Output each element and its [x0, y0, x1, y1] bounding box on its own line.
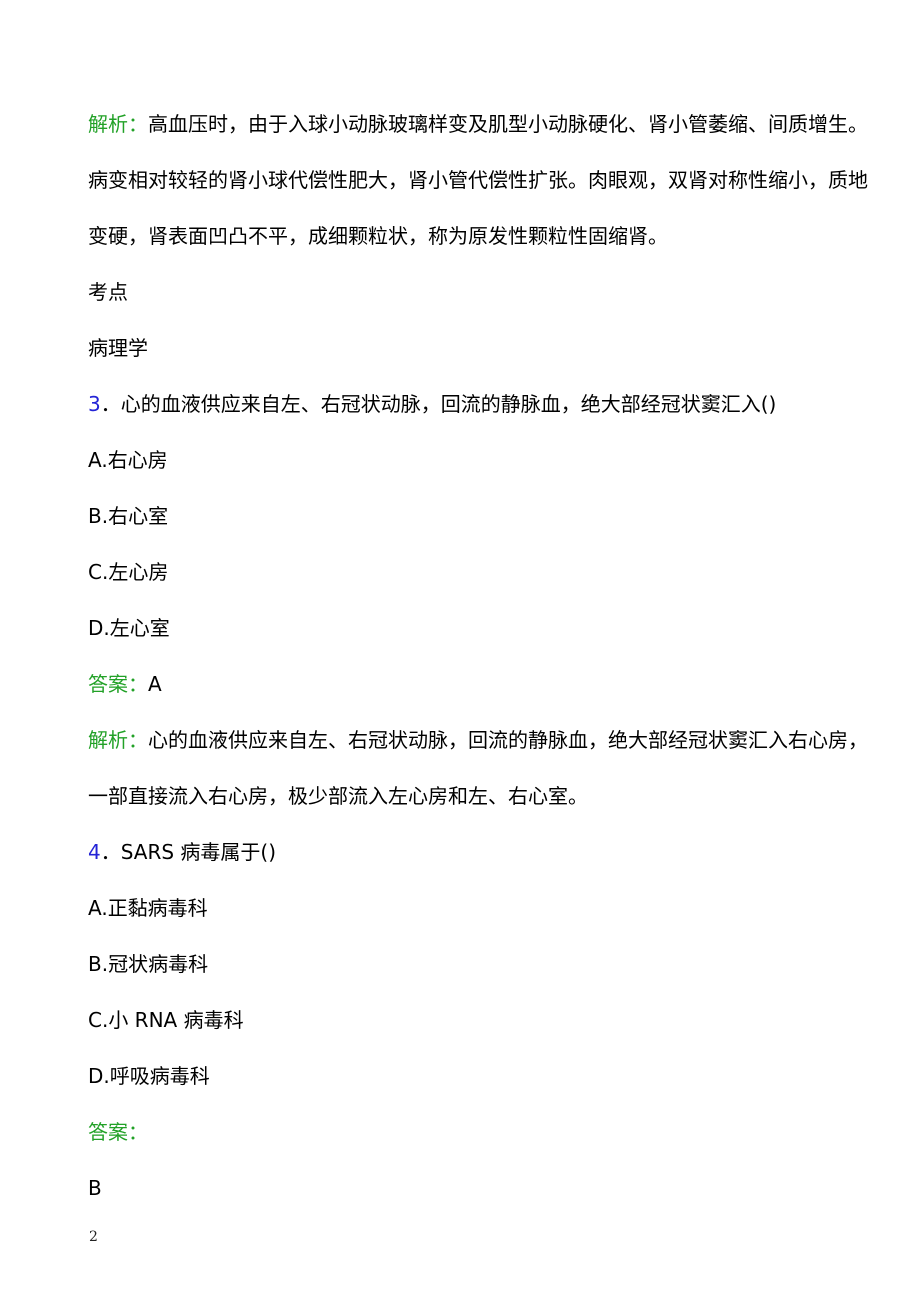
question-3: 3．心的血液供应来自左、右冠状动脉，回流的静脉血，绝大部经冠状窦汇入() A.右… [88, 376, 868, 824]
page-content: 解析：高血压时，由于入球小动脉玻璃样变及肌型小动脉硬化、肾小管萎缩、间质增生。 … [88, 96, 868, 1216]
explanation-line-1: 解析：高血压时，由于入球小动脉玻璃样变及肌型小动脉硬化、肾小管萎缩、间质增生。 [88, 96, 868, 152]
page-number: 2 [89, 1229, 98, 1245]
question-4-stem: SARS 病毒属于() [120, 840, 277, 864]
explanation-label: 解析： [88, 112, 148, 136]
kaodian-heading: 考点 [88, 280, 128, 304]
question-3-number: 3 [88, 392, 101, 416]
question-4-option-b[interactable]: B.冠状病毒科 [88, 936, 834, 992]
kaodian-block: 考点 病理学 [88, 264, 834, 376]
explanation-line-2: 病变相对较轻的肾小球代偿性肥大，肾小管代偿性扩张。肉眼观，双肾对称性缩小，质地 [88, 152, 868, 208]
question-4-answer-label: 答案： [88, 1120, 148, 1144]
question-3-option-d[interactable]: D.左心室 [88, 600, 834, 656]
question-3-option-b[interactable]: B.右心室 [88, 488, 834, 544]
question-3-explanation-label: 解析： [88, 728, 148, 752]
explanation-text-3: 变硬，肾表面凹凸不平，成细颗粒状，称为原发性颗粒性固缩肾。 [88, 224, 668, 248]
question-3-option-a[interactable]: A.右心房 [88, 432, 834, 488]
question-3-explanation-text-1: 心的血液供应来自左、右冠状动脉，回流的静脉血，绝大部经冠状窦汇入右心房， [148, 728, 868, 752]
document-page: 解析：高血压时，由于入球小动脉玻璃样变及肌型小动脉硬化、肾小管萎缩、间质增生。 … [0, 0, 920, 1302]
question-4: 4．SARS 病毒属于() A.正黏病毒科 B.冠状病毒科 C.小 RNA 病毒… [88, 824, 834, 1216]
question-4-option-d[interactable]: D.呼吸病毒科 [88, 1048, 834, 1104]
question-3-answer-label: 答案： [88, 672, 148, 696]
explanation-text-1: 高血压时，由于入球小动脉玻璃样变及肌型小动脉硬化、肾小管萎缩、间质增生。 [148, 112, 868, 136]
question-4-stem-line: 4．SARS 病毒属于() [88, 824, 834, 880]
question-4-separator: ． [100, 840, 121, 864]
kaodian-value: 病理学 [88, 336, 148, 360]
question-3-separator: ． [100, 392, 121, 416]
question-4-answer-value: B [88, 1176, 102, 1200]
explanation-block-prev: 解析：高血压时，由于入球小动脉玻璃样变及肌型小动脉硬化、肾小管萎缩、间质增生。 … [88, 96, 868, 264]
question-4-option-a[interactable]: A.正黏病毒科 [88, 880, 834, 936]
question-4-option-c[interactable]: C.小 RNA 病毒科 [88, 992, 834, 1048]
question-3-stem: 心的血液供应来自左、右冠状动脉，回流的静脉血，绝大部经冠状窦汇入() [120, 392, 777, 416]
question-3-explanation-line-1: 解析：心的血液供应来自左、右冠状动脉，回流的静脉血，绝大部经冠状窦汇入右心房， [88, 712, 868, 768]
explanation-text-2: 病变相对较轻的肾小球代偿性肥大，肾小管代偿性扩张。肉眼观，双肾对称性缩小，质地 [88, 168, 868, 192]
question-3-answer-value: A [148, 672, 162, 696]
explanation-line-3: 变硬，肾表面凹凸不平，成细颗粒状，称为原发性颗粒性固缩肾。 [88, 208, 834, 264]
question-4-number: 4 [88, 840, 101, 864]
question-3-stem-line: 3．心的血液供应来自左、右冠状动脉，回流的静脉血，绝大部经冠状窦汇入() [88, 376, 834, 432]
question-3-option-c[interactable]: C.左心房 [88, 544, 834, 600]
question-3-explanation-line-2: 一部直接流入右心房，极少部流入左心房和左、右心室。 [88, 784, 588, 808]
question-3-answer-line: 答案：A [88, 656, 834, 712]
question-4-answer-label-line: 答案： [88, 1104, 834, 1160]
